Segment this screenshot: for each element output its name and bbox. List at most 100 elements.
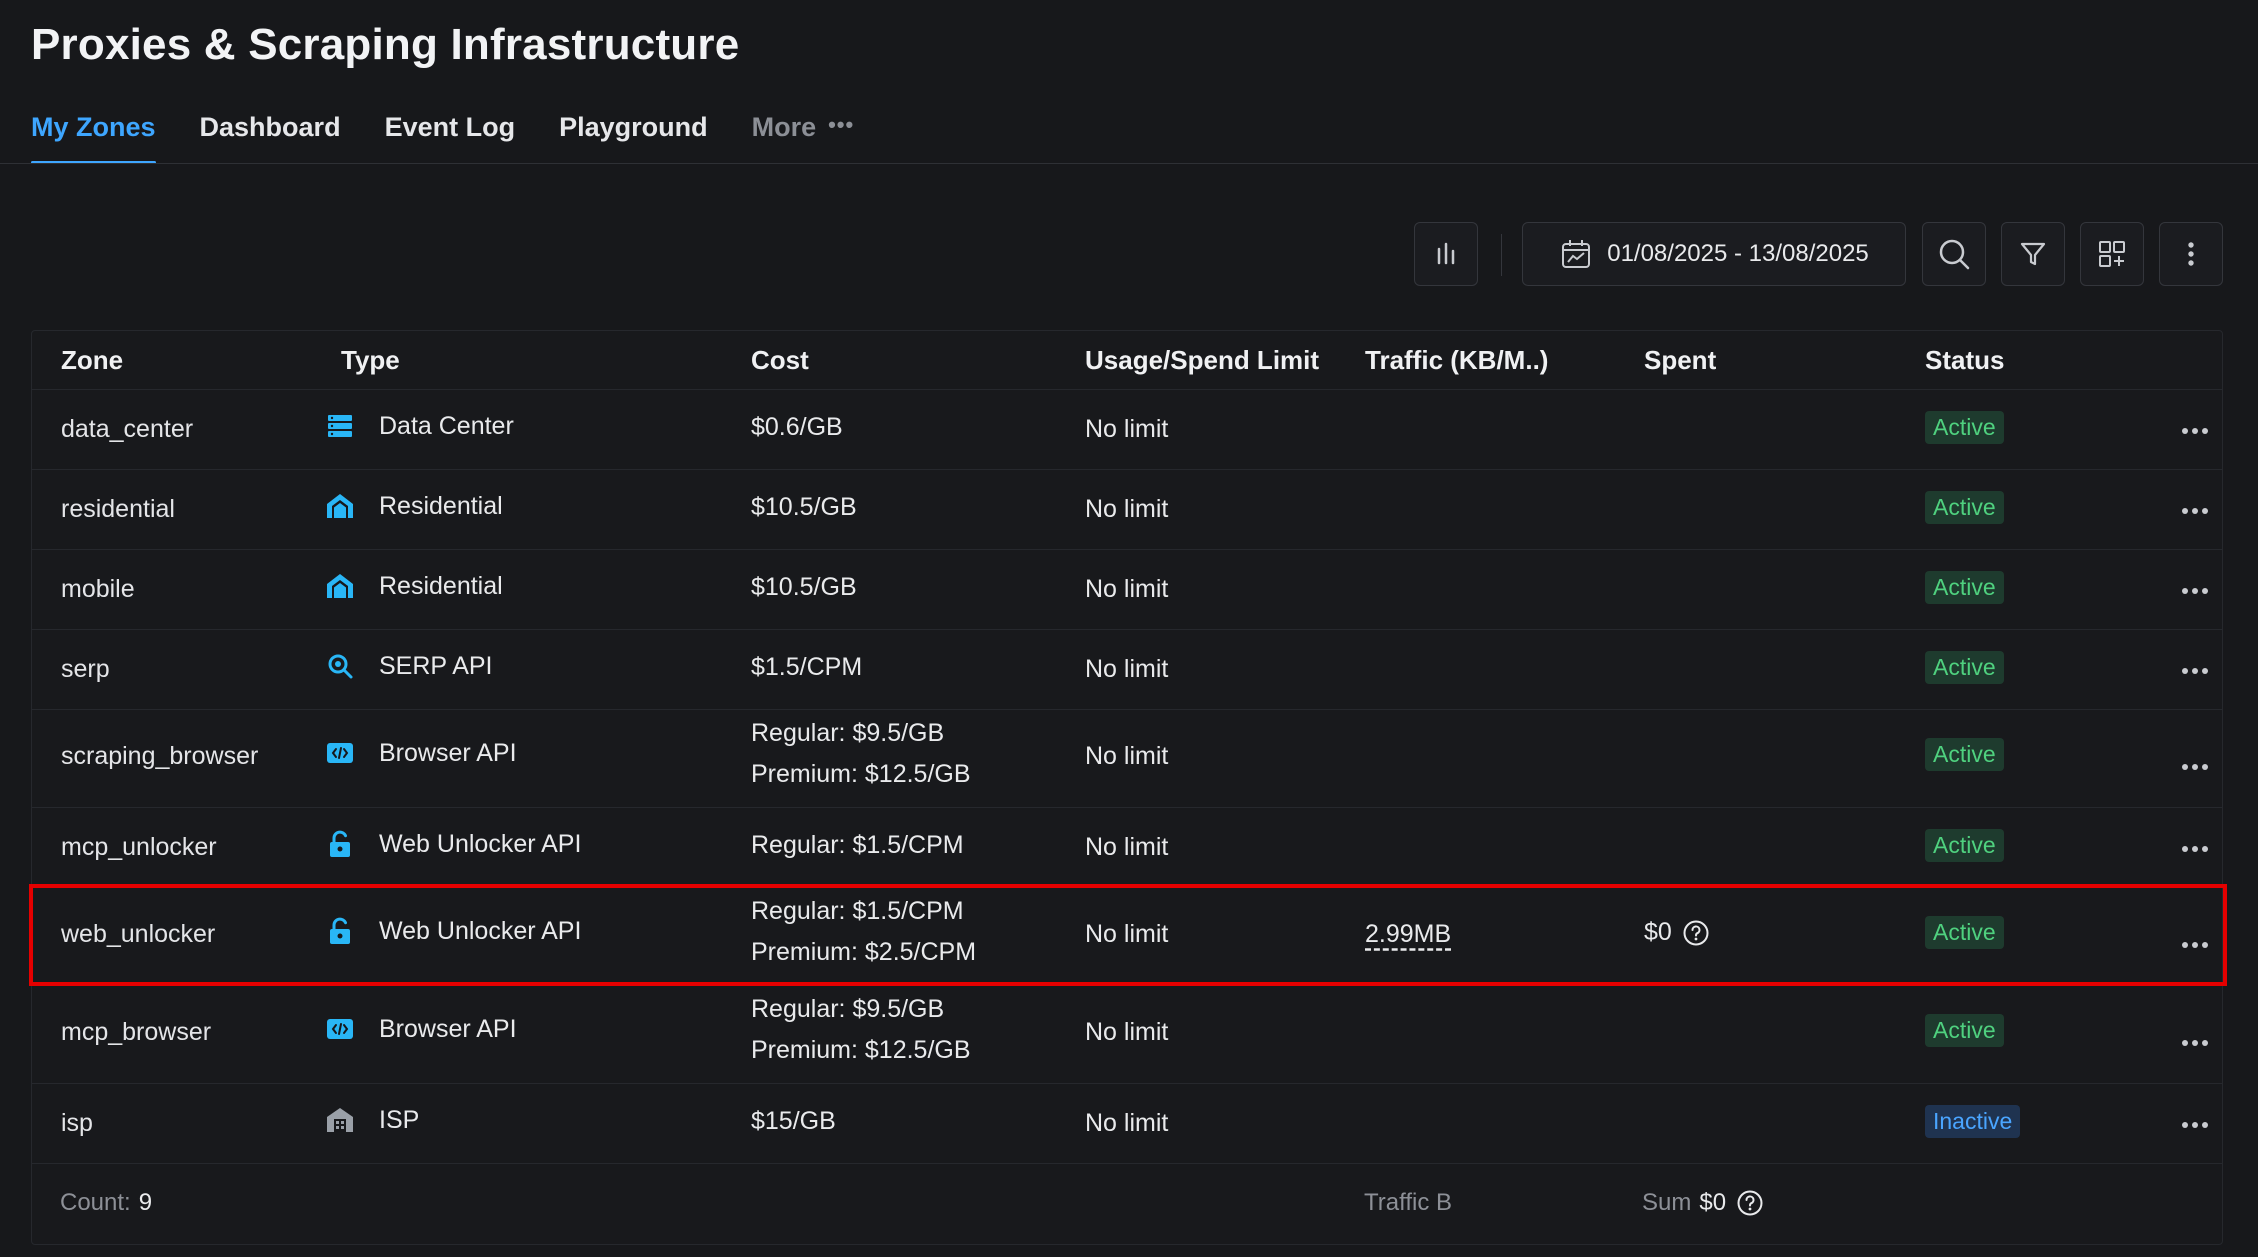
zone-name[interactable]: mcp_unlocker (61, 833, 217, 862)
zone-type-label: SERP API (379, 651, 493, 680)
search-icon (1939, 239, 1970, 270)
zone-limit: No limit (1085, 415, 1169, 443)
zone-type-label: Browser API (379, 1014, 517, 1043)
row-menu-icon[interactable] (2180, 581, 2210, 601)
column-header-status[interactable]: Status (1925, 345, 2004, 376)
zone-spent-value: $0 (1644, 918, 1672, 946)
kebab-menu-icon (2188, 242, 2194, 266)
zone-name[interactable]: data_center (61, 415, 193, 444)
zone-name[interactable]: web_unlocker (61, 920, 215, 949)
row-menu-icon[interactable] (2180, 1033, 2210, 1053)
table-row[interactable]: serp SERP API $1.5/CPM No limit Active (32, 629, 2222, 710)
table-row[interactable]: scraping_browser Browser API Regular: $9… (32, 709, 2222, 808)
zone-type: Data Center (325, 411, 514, 441)
table-row[interactable]: mcp_unlocker Web Unlocker API Regular: $… (32, 807, 2222, 888)
building-icon (325, 1105, 355, 1135)
column-header-zone[interactable]: Zone (61, 345, 123, 376)
filter-button[interactable] (2001, 222, 2065, 286)
zone-cost: $10.5/GB (751, 573, 857, 601)
zone-limit: No limit (1085, 655, 1169, 683)
column-header-spent[interactable]: Spent (1644, 345, 1716, 376)
row-menu-icon[interactable] (2180, 661, 2210, 681)
row-menu-icon[interactable] (2180, 501, 2210, 521)
table-row[interactable]: mobile Residential $10.5/GB No limit Act… (32, 549, 2222, 630)
date-range-picker[interactable]: 01/08/2025 - 13/08/2025 (1522, 222, 1906, 286)
spent-sum: Sum $0 (1642, 1189, 1764, 1217)
status-badge: Inactive (1925, 1105, 2021, 1138)
tab-event-log[interactable]: Event Log (385, 112, 516, 162)
more-dots-icon: ••• (828, 112, 855, 137)
status-badge: Active (1925, 411, 2004, 444)
page-title: Proxies & Scraping Infrastructure (31, 20, 740, 69)
help-icon[interactable] (1682, 919, 1710, 947)
zone-limit: No limit (1085, 920, 1169, 948)
zone-name[interactable]: mobile (61, 575, 135, 604)
tab-my-zones[interactable]: My Zones (31, 112, 156, 164)
chart-toggle-button[interactable] (1414, 222, 1478, 286)
zone-name[interactable]: isp (61, 1109, 93, 1138)
zone-type: Web Unlocker API (325, 829, 581, 859)
cost-premium: Premium: $12.5/GB (751, 760, 971, 788)
status-badge: Active (1925, 829, 2004, 862)
help-icon[interactable] (1736, 1189, 1764, 1217)
spent-sum-value: $0 (1699, 1189, 1727, 1216)
column-header-cost[interactable]: Cost (751, 345, 809, 376)
zone-name[interactable]: serp (61, 655, 110, 684)
zone-name[interactable]: scraping_browser (61, 742, 258, 771)
zone-limit: No limit (1085, 742, 1169, 770)
table-row[interactable]: mcp_browser Browser API Regular: $9.5/GB… (32, 985, 2222, 1084)
column-header-limit[interactable]: Usage/Spend Limit (1085, 345, 1319, 376)
status-badge: Active (1925, 651, 2004, 684)
bar-chart-icon (1437, 242, 1455, 265)
house-icon (325, 571, 355, 601)
row-menu-icon[interactable] (2180, 421, 2210, 441)
cost-premium: Premium: $2.5/CPM (751, 938, 977, 966)
toolbar-divider (1501, 234, 1502, 276)
row-menu-icon[interactable] (2180, 757, 2210, 777)
status-badge: Active (1925, 571, 2004, 604)
tab-bar: My Zones Dashboard Event Log Playground … (31, 112, 898, 164)
zone-traffic[interactable]: 2.99MB (1365, 920, 1451, 949)
filter-icon (2020, 242, 2046, 266)
zone-limit: No limit (1085, 1109, 1169, 1137)
table-row[interactable]: isp ISP $15/GB No limit Inactive (32, 1083, 2222, 1164)
server-icon (325, 411, 355, 441)
column-header-type[interactable]: Type (341, 345, 400, 376)
table-row[interactable]: residential Residential $10.5/GB No limi… (32, 469, 2222, 550)
tabs-divider (0, 163, 2258, 164)
zone-type-label: Residential (379, 571, 503, 600)
zone-name[interactable]: residential (61, 495, 175, 524)
row-menu-icon[interactable] (2180, 839, 2210, 859)
tab-more[interactable]: More ••• (752, 112, 855, 162)
unlock-icon (325, 916, 355, 946)
row-count-value: 9 (138, 1189, 153, 1216)
zone-type-label: Web Unlocker API (379, 829, 582, 858)
tab-playground[interactable]: Playground (559, 112, 708, 162)
search-button[interactable] (1922, 222, 1986, 286)
zones-table: Zone Type Cost Usage/Spend Limit Traffic… (31, 330, 2223, 1245)
spent-sum-label: Sum (1642, 1189, 1692, 1216)
row-menu-icon[interactable] (2180, 935, 2210, 955)
cost-premium: Premium: $12.5/GB (751, 1036, 971, 1064)
zone-cost: Regular: $9.5/GB Premium: $12.5/GB (751, 989, 971, 1071)
add-widget-button[interactable] (2080, 222, 2144, 286)
tab-more-label: More (751, 112, 817, 142)
zone-type: SERP API (325, 651, 493, 681)
search-gear-icon (325, 651, 355, 681)
column-header-traffic[interactable]: Traffic (KB/M..) (1365, 345, 1548, 376)
zone-cost: Regular: $1.5/CPM Premium: $2.5/CPM (751, 891, 976, 973)
zone-limit: No limit (1085, 833, 1169, 861)
row-count: Count: 9 (60, 1189, 152, 1217)
date-range-text: 01/08/2025 - 13/08/2025 (1607, 240, 1869, 267)
zone-name[interactable]: mcp_browser (61, 1018, 211, 1047)
calendar-icon (1562, 240, 1591, 268)
tab-dashboard[interactable]: Dashboard (200, 112, 341, 162)
cost-regular: Regular: $9.5/GB (751, 719, 945, 747)
status-badge: Active (1925, 916, 2004, 949)
row-menu-icon[interactable] (2180, 1115, 2210, 1135)
zone-type: Web Unlocker API (325, 916, 581, 946)
table-row[interactable]: data_center Data Center $0.6/GB No limit… (32, 389, 2222, 470)
table-row[interactable]: web_unlocker Web Unlocker API Regular: $… (32, 887, 2222, 986)
house-icon (325, 491, 355, 521)
more-options-button[interactable] (2159, 222, 2223, 286)
